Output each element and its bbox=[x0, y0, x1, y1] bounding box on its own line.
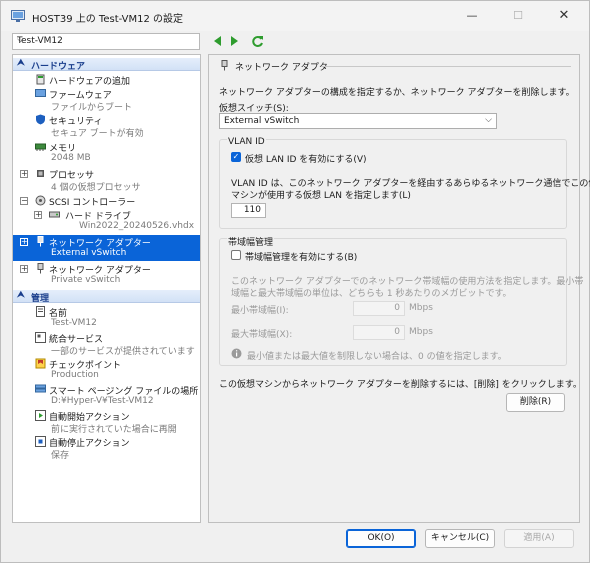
min-bandwidth-input[interactable]: 0 bbox=[353, 301, 405, 316]
refresh-icon[interactable] bbox=[251, 34, 264, 48]
bandwidth-group-title: 帯域幅管理 bbox=[227, 235, 275, 248]
network-adapter-icon bbox=[37, 236, 44, 247]
network-adapter-icon bbox=[37, 263, 44, 274]
name-icon bbox=[36, 306, 45, 317]
management-category-label: 管理 bbox=[31, 294, 50, 304]
tree-item-network-adapter-private[interactable]: + ネットワーク アダプター Private vSwitch bbox=[13, 262, 200, 288]
management-category[interactable]: ⮝ 管理 bbox=[13, 290, 200, 304]
collapse-icon: ⮝ bbox=[17, 58, 25, 68]
chevron-down-icon: ⌵ bbox=[17, 35, 24, 45]
remove-hint-text: この仮想マシンからネットワーク アダプターを削除するには、[削除] をクリックし… bbox=[219, 380, 582, 390]
settings-panel: ネットワーク アダプター ネットワーク アダプターの構成を指定するか、ネットワー… bbox=[208, 54, 590, 523]
vlan-group-title: VLAN ID bbox=[227, 137, 266, 147]
title-bar: HOST39 上の Test-VM12 の設定 — ☐ ✕ bbox=[1, 1, 589, 31]
expand-icon[interactable]: + bbox=[20, 265, 28, 273]
tree-item-security[interactable]: セキュリティ セキュア ブートが有効 bbox=[13, 113, 200, 139]
hard-drive-icon bbox=[49, 211, 60, 218]
bandwidth-info-text: 最小値または最大値を制限しない場合は、0 の値を指定します。 bbox=[247, 352, 507, 362]
apply-button[interactable]: 適用(A) bbox=[504, 529, 574, 548]
vlan-description-line2: マシンが使用する仮想 LAN を指定します(L) bbox=[231, 191, 411, 201]
forward-arrow-icon[interactable] bbox=[229, 34, 241, 48]
vlan-id-input[interactable]: 110 bbox=[231, 203, 266, 218]
virtual-switch-value: External vSwitch bbox=[224, 116, 300, 126]
max-bandwidth-label: 最大帯域幅(X): bbox=[231, 330, 293, 340]
tree-item-auto-start[interactable]: 自動開始アクション 前に実行されていた場合に再開 bbox=[13, 409, 200, 435]
ok-button[interactable]: OK(O) bbox=[346, 529, 416, 548]
info-icon bbox=[231, 348, 242, 359]
vlan-enable-checkbox[interactable]: ✓ bbox=[231, 152, 241, 162]
network-adapter-icon bbox=[221, 60, 228, 71]
hardware-category[interactable]: ⮝ ハードウェア bbox=[13, 58, 200, 72]
bandwidth-enable-label: 帯域幅管理を有効にする(B) bbox=[245, 253, 358, 263]
minimize-button[interactable]: — bbox=[449, 1, 495, 31]
window-title: HOST39 上の Test-VM12 の設定 bbox=[32, 14, 184, 25]
tree-item-auto-stop[interactable]: 自動停止アクション 保存 bbox=[13, 435, 200, 461]
vlan-enable-label: 仮想 LAN ID を有効にする(V) bbox=[245, 155, 367, 165]
expand-icon[interactable]: + bbox=[20, 238, 28, 246]
tree-item-checkpoint[interactable]: チェックポイント Production bbox=[13, 357, 200, 383]
remove-button[interactable]: 削除(R) bbox=[506, 393, 565, 412]
tree-item-firmware[interactable]: ファームウェア ファイルからブート bbox=[13, 87, 200, 113]
max-bandwidth-unit: Mbps bbox=[409, 327, 433, 337]
chevron-down-icon: ⌵ bbox=[485, 115, 492, 125]
tree-item-processor[interactable]: + プロセッサ 4 個の仮想プロセッサ bbox=[13, 167, 200, 193]
memory-icon bbox=[35, 143, 46, 151]
maximize-button[interactable]: ☐ bbox=[495, 1, 541, 31]
tree-item-smart-paging[interactable]: スマート ページング ファイルの場所 D:¥Hyper-V¥Test-VM12 bbox=[13, 383, 200, 409]
auto-start-icon bbox=[35, 410, 46, 421]
virtual-switch-select[interactable]: External vSwitch ⌵ bbox=[219, 113, 497, 129]
firmware-icon bbox=[35, 89, 46, 97]
add-hardware-icon bbox=[36, 74, 45, 85]
vm-select[interactable]: Test-VM12 ⌵ bbox=[12, 33, 200, 50]
collapse-tree-icon[interactable]: − bbox=[20, 197, 28, 205]
section-divider bbox=[321, 66, 571, 67]
bandwidth-enable-checkbox[interactable] bbox=[231, 250, 241, 260]
smart-paging-icon bbox=[35, 384, 46, 393]
tree-item-network-adapter-external[interactable]: + ネットワーク アダプター External vSwitch bbox=[13, 235, 200, 261]
tree-item-memory[interactable]: メモリ 2048 MB bbox=[13, 140, 200, 166]
hyperv-settings-icon bbox=[11, 10, 25, 22]
settings-tree: ⮝ ハードウェア ハードウェアの追加 ファームウェア ファイルからブート セキュ… bbox=[12, 54, 201, 523]
cancel-button[interactable]: キャンセル(C) bbox=[425, 529, 495, 548]
tree-item-scsi-controller[interactable]: − SCSI コントローラー bbox=[13, 194, 200, 208]
bandwidth-description-line2: 域幅と最大帯域幅の単位は、どちらも 1 秒あたりのメガビットです。 bbox=[231, 289, 512, 299]
back-arrow-icon[interactable] bbox=[211, 34, 223, 48]
scsi-controller-icon bbox=[35, 195, 46, 206]
hardware-category-label: ハードウェア bbox=[31, 62, 86, 72]
expand-icon[interactable]: + bbox=[20, 170, 28, 178]
tree-item-hard-drive[interactable]: + ハード ドライブ Win2022_20240526.vhdx bbox=[13, 208, 200, 234]
collapse-icon: ⮝ bbox=[17, 290, 25, 300]
processor-icon bbox=[37, 170, 44, 177]
auto-stop-icon bbox=[35, 436, 46, 447]
tree-item-add-hardware[interactable]: ハードウェアの追加 bbox=[13, 73, 200, 87]
tree-item-name[interactable]: 名前 Test-VM12 bbox=[13, 305, 200, 331]
intro-text: ネットワーク アダプターの構成を指定するか、ネットワーク アダプターを削除します… bbox=[219, 88, 575, 98]
max-bandwidth-input[interactable]: 0 bbox=[353, 325, 405, 340]
close-button[interactable]: ✕ bbox=[541, 1, 587, 31]
min-bandwidth-label: 最小帯域幅(I): bbox=[231, 306, 289, 316]
shield-icon bbox=[36, 114, 45, 125]
integration-services-icon bbox=[35, 332, 46, 343]
expand-icon[interactable]: + bbox=[34, 211, 42, 219]
min-bandwidth-unit: Mbps bbox=[409, 303, 433, 313]
tree-item-integration-services[interactable]: 統合サービス 一部のサービスが提供されています bbox=[13, 331, 200, 357]
checkpoint-icon bbox=[35, 358, 46, 369]
settings-window: HOST39 上の Test-VM12 の設定 — ☐ ✕ Test-VM12 … bbox=[0, 0, 590, 563]
